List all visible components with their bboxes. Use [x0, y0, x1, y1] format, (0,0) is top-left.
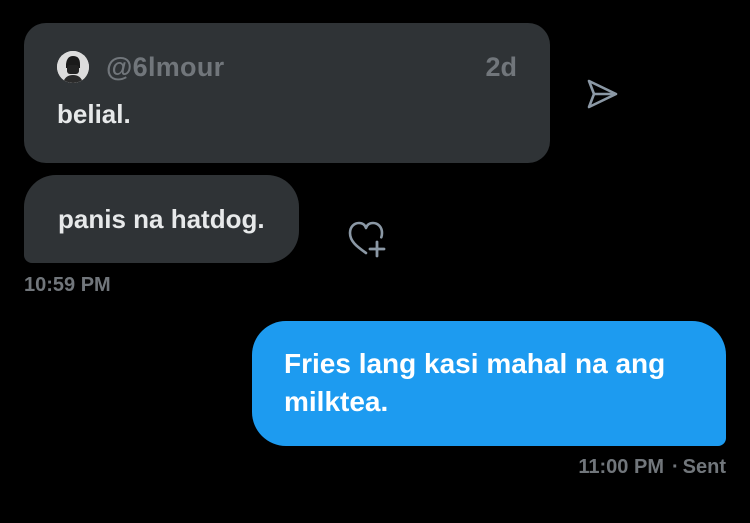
sent-message-text: Fries lang kasi mahal na ang milktea. [284, 348, 666, 417]
quoted-post-age: 2d [485, 52, 517, 82]
sent-message-status: Sent [682, 456, 726, 478]
sent-message-time: 11:00 PM [578, 456, 664, 478]
quoted-post-card[interactable]: @6lmour 2d belial. [24, 23, 550, 163]
received-message-bubble[interactable]: panis na hatdog. [24, 175, 299, 263]
quoted-post-header: @6lmour [57, 49, 224, 85]
heart-plus-icon[interactable] [346, 219, 390, 259]
meta-separator: · [671, 456, 679, 478]
quoted-post-handle[interactable]: @6lmour [106, 52, 224, 83]
sent-message-bubble[interactable]: Fries lang kasi mahal na ang milktea. [252, 321, 726, 446]
sent-message-meta: 11:00 PM · Sent [578, 456, 726, 479]
paper-plane-icon[interactable] [584, 76, 620, 112]
received-message-time: 10:59 PM [24, 274, 111, 296]
quoted-post-text: belial. [57, 99, 131, 129]
avatar[interactable] [57, 51, 89, 83]
received-message-text: panis na hatdog. [58, 203, 265, 234]
